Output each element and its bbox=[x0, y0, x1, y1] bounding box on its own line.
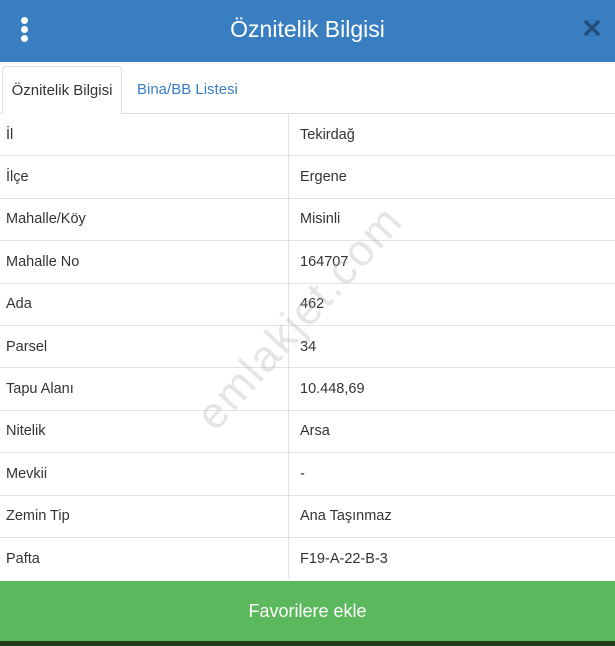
attribute-value: Misinli bbox=[288, 197, 615, 241]
attribute-key: Pafta bbox=[0, 536, 289, 580]
attribute-key: İlçe bbox=[0, 155, 289, 199]
attribute-key: Mahalle/Köy bbox=[0, 197, 289, 241]
attribute-value: 164707 bbox=[288, 240, 615, 284]
table-row: Mahalle/Köy Misinli bbox=[0, 197, 615, 241]
attribute-key: Nitelik bbox=[0, 409, 289, 453]
header-bar: Öznitelik Bilgisi bbox=[0, 0, 615, 62]
attribute-key: Tapu Alanı bbox=[0, 367, 289, 411]
table-row: Mevkii - bbox=[0, 452, 615, 496]
attribute-value: - bbox=[288, 452, 615, 496]
tab-attribute-info[interactable]: Öznitelik Bilgisi bbox=[2, 66, 122, 114]
attribute-value: 34 bbox=[288, 324, 615, 368]
attribute-table-container: İl Tekirdağ İlçe Ergene Mahalle/Köy Misinli Ma… bbox=[0, 114, 615, 581]
attribute-key: Mevkii bbox=[0, 452, 289, 496]
attribute-key: Mahalle No bbox=[0, 240, 289, 284]
add-to-favorites-button[interactable]: Favorilere ekle bbox=[0, 581, 615, 641]
attribute-value: F19-A-22-B-3 bbox=[288, 536, 615, 580]
close-icon[interactable] bbox=[581, 17, 603, 39]
attribute-key: Parsel bbox=[0, 324, 289, 368]
attribute-table: İl Tekirdağ İlçe Ergene Mahalle/Köy Misinli Ma… bbox=[0, 114, 615, 580]
attribute-value: 10.448,69 bbox=[288, 367, 615, 411]
table-row: Tapu Alanı 10.448,69 bbox=[0, 367, 615, 411]
table-row: Pafta F19-A-22-B-3 bbox=[0, 536, 615, 580]
attribute-key: İl bbox=[0, 114, 289, 156]
tab-building-list[interactable]: Bina/BB Listesi bbox=[137, 66, 238, 113]
attribute-key: Ada bbox=[0, 282, 289, 326]
attribute-value: Arsa bbox=[288, 409, 615, 453]
attribute-value: Tekirdağ bbox=[300, 126, 355, 143]
table-row: Ada 462 bbox=[0, 282, 615, 326]
tab-bar: Öznitelik Bilgisi Bina/BB Listesi bbox=[0, 62, 615, 114]
attribute-value: Ana Taşınmaz bbox=[288, 494, 615, 538]
table-row: Nitelik Arsa bbox=[0, 409, 615, 453]
bottom-strip bbox=[0, 641, 615, 646]
table-row: İlçe Ergene bbox=[0, 155, 615, 199]
attribute-value: 462 bbox=[288, 282, 615, 326]
attribute-value: Ergene bbox=[288, 155, 615, 199]
attribute-key: Zemin Tip bbox=[0, 494, 289, 538]
table-row: Zemin Tip Ana Taşınmaz bbox=[0, 494, 615, 538]
page-title: Öznitelik Bilgisi bbox=[230, 16, 385, 42]
table-row: İl Tekirdağ bbox=[0, 114, 615, 156]
attribute-panel: Öznitelik Bilgisi Öznitelik Bilgisi Bina… bbox=[0, 0, 615, 646]
table-row: Mahalle No 164707 bbox=[0, 240, 615, 284]
table-row: Parsel 34 bbox=[0, 324, 615, 368]
